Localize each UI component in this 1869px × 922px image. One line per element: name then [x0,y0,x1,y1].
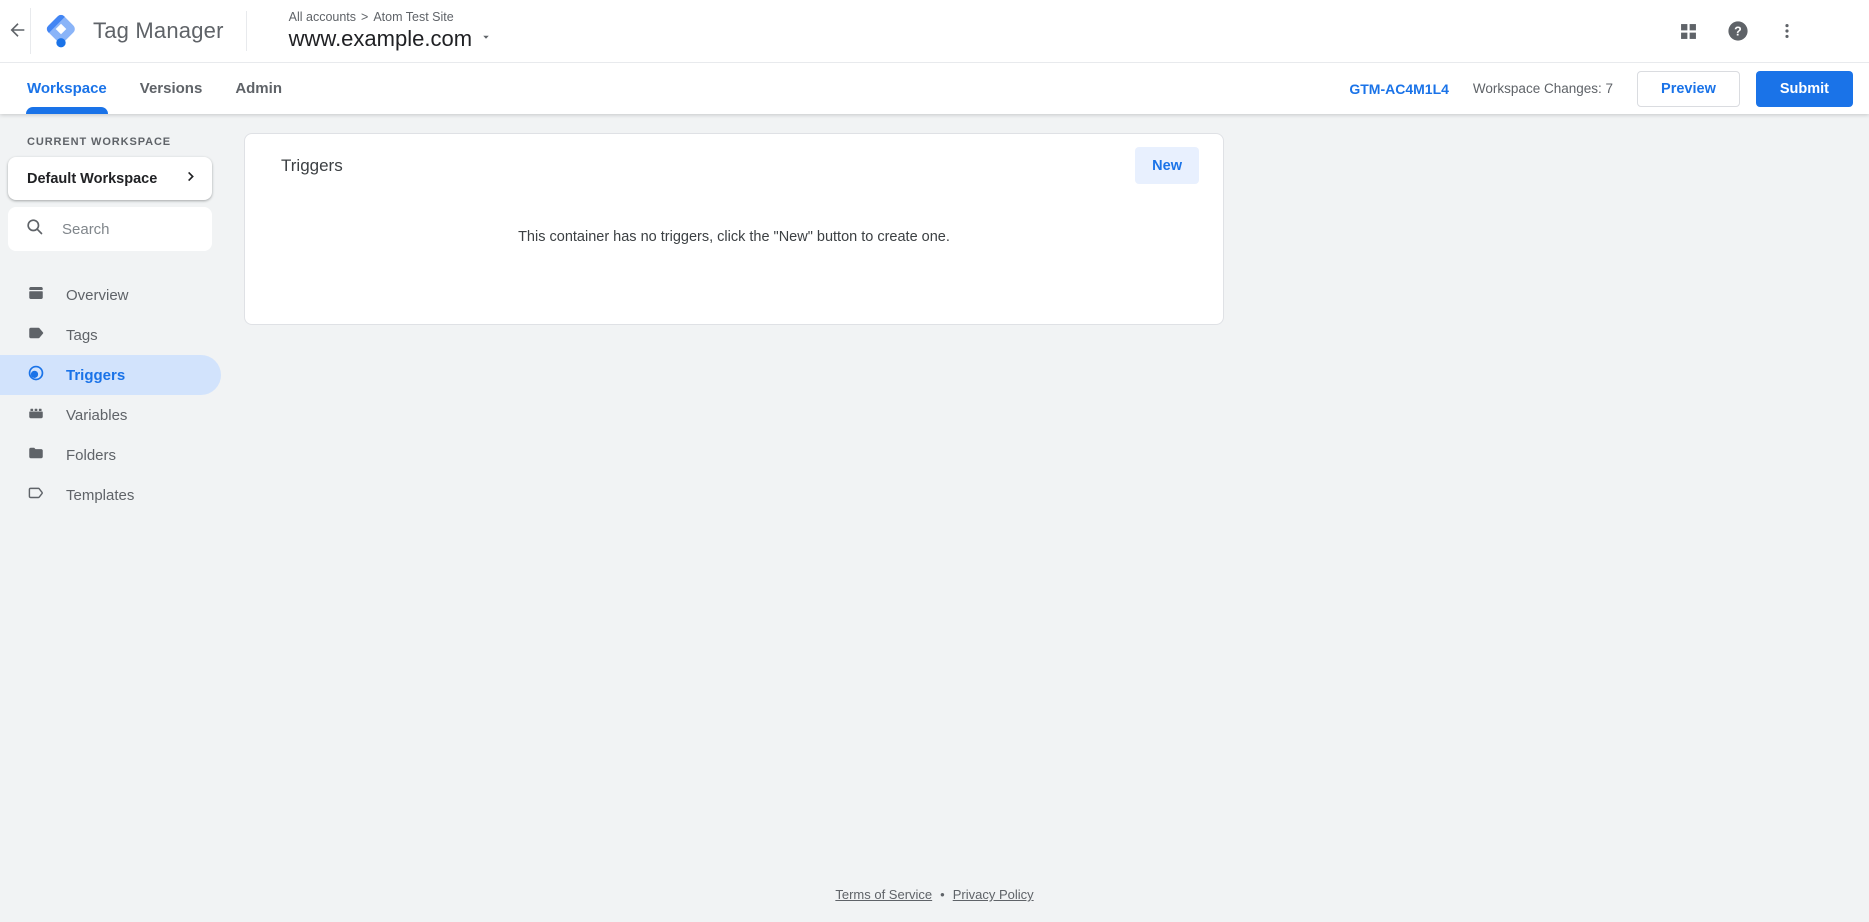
terms-of-service-link[interactable]: Terms of Service [835,887,932,902]
breadcrumb-account-link[interactable]: Atom Test Site [373,10,453,24]
help-icon[interactable]: ? [1726,19,1750,43]
chevron-right-icon [183,169,198,189]
tag-manager-logo-icon [41,9,81,54]
breadcrumb-all-accounts-link[interactable]: All accounts [289,10,356,24]
triggers-card: Triggers New This container has no trigg… [244,133,1224,325]
back-button[interactable] [4,14,30,48]
variables-icon [27,404,45,426]
header-divider [30,8,31,54]
tag-icon [27,324,45,346]
container-name: www.example.com [289,26,472,52]
container-selector[interactable]: www.example.com [289,26,492,52]
privacy-policy-link[interactable]: Privacy Policy [953,887,1034,902]
overview-icon [27,284,45,306]
template-icon [27,484,45,506]
sidebar-item-triggers[interactable]: Triggers [0,355,221,395]
sidebar-search [8,207,212,251]
sidebar-item-templates[interactable]: Templates [0,475,221,515]
tab-bar: Workspace Versions Admin GTM-AC4M1L4 Wor… [0,62,1869,114]
caret-down-icon [480,30,492,48]
container-id-link[interactable]: GTM-AC4M1L4 [1349,81,1449,97]
main-area: Triggers New This container has no trigg… [220,114,1869,922]
breadcrumb: All accounts > Atom Test Site www.exampl… [289,10,492,52]
header-divider [246,11,247,51]
tab-admin[interactable]: Admin [235,63,282,114]
trigger-icon [27,364,45,386]
app-title: Tag Manager [93,18,224,44]
tab-workspace[interactable]: Workspace [27,63,107,114]
workspace-changes-count: 7 [1606,81,1614,96]
sidebar-item-tags[interactable]: Tags [0,315,221,355]
sidebar-nav: Overview Tags Triggers Variables [0,275,220,515]
folder-icon [27,444,45,466]
page-content: CURRENT WORKSPACE Default Workspace Over… [0,114,1869,922]
tab-versions[interactable]: Versions [140,63,203,114]
preview-button[interactable]: Preview [1637,71,1740,107]
apps-grid-icon[interactable] [1678,21,1699,42]
app-header: Tag Manager All accounts > Atom Test Sit… [0,0,1869,62]
back-arrow-icon [6,19,28,44]
sidebar-item-overview[interactable]: Overview [0,275,221,315]
new-trigger-button[interactable]: New [1135,147,1199,184]
workspace-name: Default Workspace [27,171,183,187]
search-icon [25,217,45,242]
current-workspace-label: CURRENT WORKSPACE [27,136,220,148]
sidebar-item-folders[interactable]: Folders [0,435,221,475]
svg-text:?: ? [1734,24,1742,38]
active-tab-indicator [26,107,108,114]
workspace-selector[interactable]: Default Workspace [8,157,212,200]
empty-state-message: This container has no triggers, click th… [245,229,1223,245]
sidebar-item-variables[interactable]: Variables [0,395,221,435]
breadcrumb-separator: > [361,10,368,24]
page-title: Triggers [281,156,343,176]
workspace-changes: Workspace Changes: 7 [1473,81,1613,96]
sidebar: CURRENT WORKSPACE Default Workspace Over… [0,114,220,922]
footer-separator: • [940,887,945,902]
tag-manager-logo-link[interactable]: Tag Manager [41,9,224,54]
workspace-changes-label: Workspace Changes: [1473,81,1602,96]
page-footer: Terms of Service • Privacy Policy [0,887,1869,902]
kebab-menu-icon[interactable] [1777,19,1797,43]
submit-button[interactable]: Submit [1756,71,1853,107]
